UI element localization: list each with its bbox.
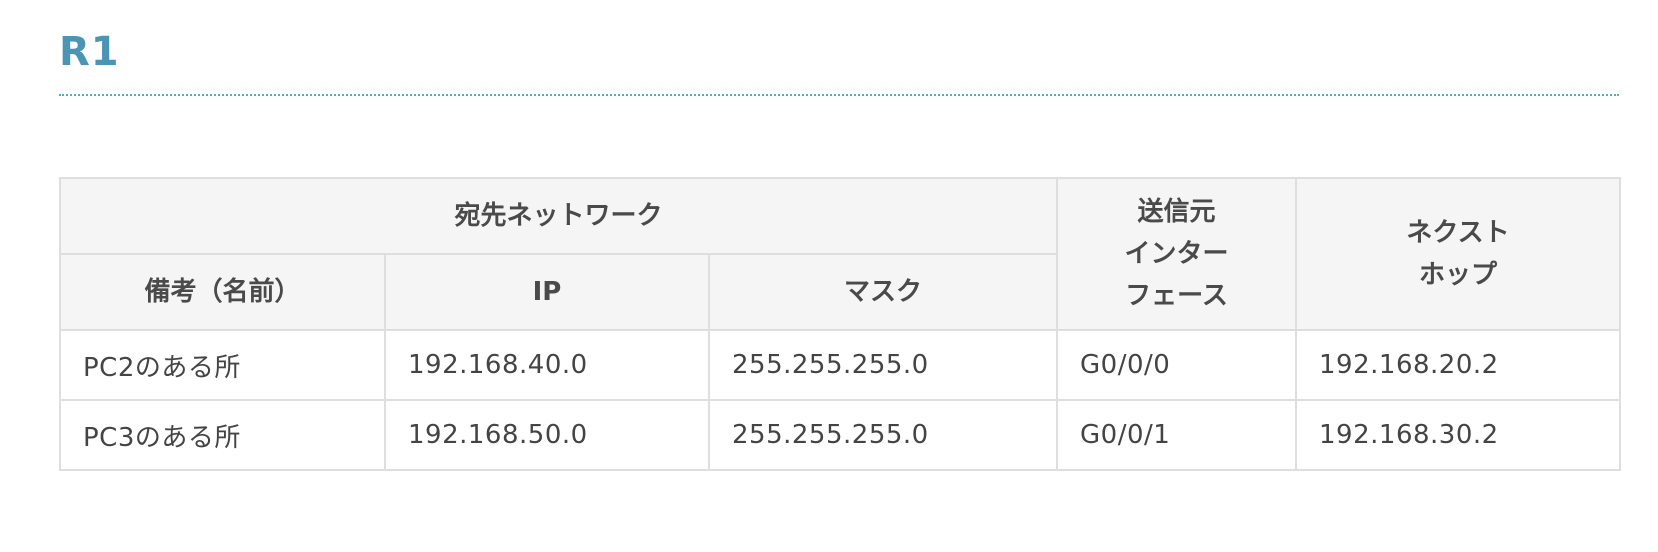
cell-ip: 192.168.50.0 (384, 399, 710, 471)
header-interface-line: 送信元 (1137, 197, 1216, 227)
routing-table: 宛先ネットワーク 送信元 インター フェース ネクスト ホップ 備考（名前） I… (58, 177, 1622, 471)
cell-mask: 255.255.255.0 (707, 329, 1059, 401)
cell-note: PC2のある所 (59, 329, 386, 401)
cell-nexthop: 192.168.20.2 (1295, 329, 1622, 401)
table-row: PC3のある所 192.168.50.0 255.255.255.0 G0/0/… (59, 399, 1622, 471)
page-title: R1 (59, 29, 120, 75)
header-note: 備考（名前） (59, 253, 386, 331)
cell-nexthop: 192.168.30.2 (1295, 399, 1622, 471)
title-divider (59, 94, 1619, 96)
header-ip: IP (384, 253, 710, 331)
header-destination-network: 宛先ネットワーク (58, 177, 1059, 255)
header-interface-line: インター (1124, 239, 1229, 269)
header-nexthop-line: ホップ (1419, 260, 1498, 290)
header-nexthop-line: ネクスト (1406, 218, 1510, 248)
cell-note: PC3のある所 (59, 399, 386, 471)
table-row: PC2のある所 192.168.40.0 255.255.255.0 G0/0/… (59, 329, 1622, 401)
header-next-hop: ネクスト ホップ (1295, 177, 1622, 331)
cell-interface: G0/0/1 (1056, 399, 1298, 471)
header-interface-line: フェース (1125, 281, 1228, 311)
header-mask: マスク (707, 253, 1059, 331)
header-row-top: 宛先ネットワーク 送信元 インター フェース ネクスト ホップ (58, 177, 1622, 331)
header-outgoing-interface: 送信元 インター フェース (1056, 177, 1298, 331)
cell-ip: 192.168.40.0 (384, 329, 710, 401)
cell-interface: G0/0/0 (1056, 329, 1298, 401)
cell-mask: 255.255.255.0 (707, 399, 1059, 471)
